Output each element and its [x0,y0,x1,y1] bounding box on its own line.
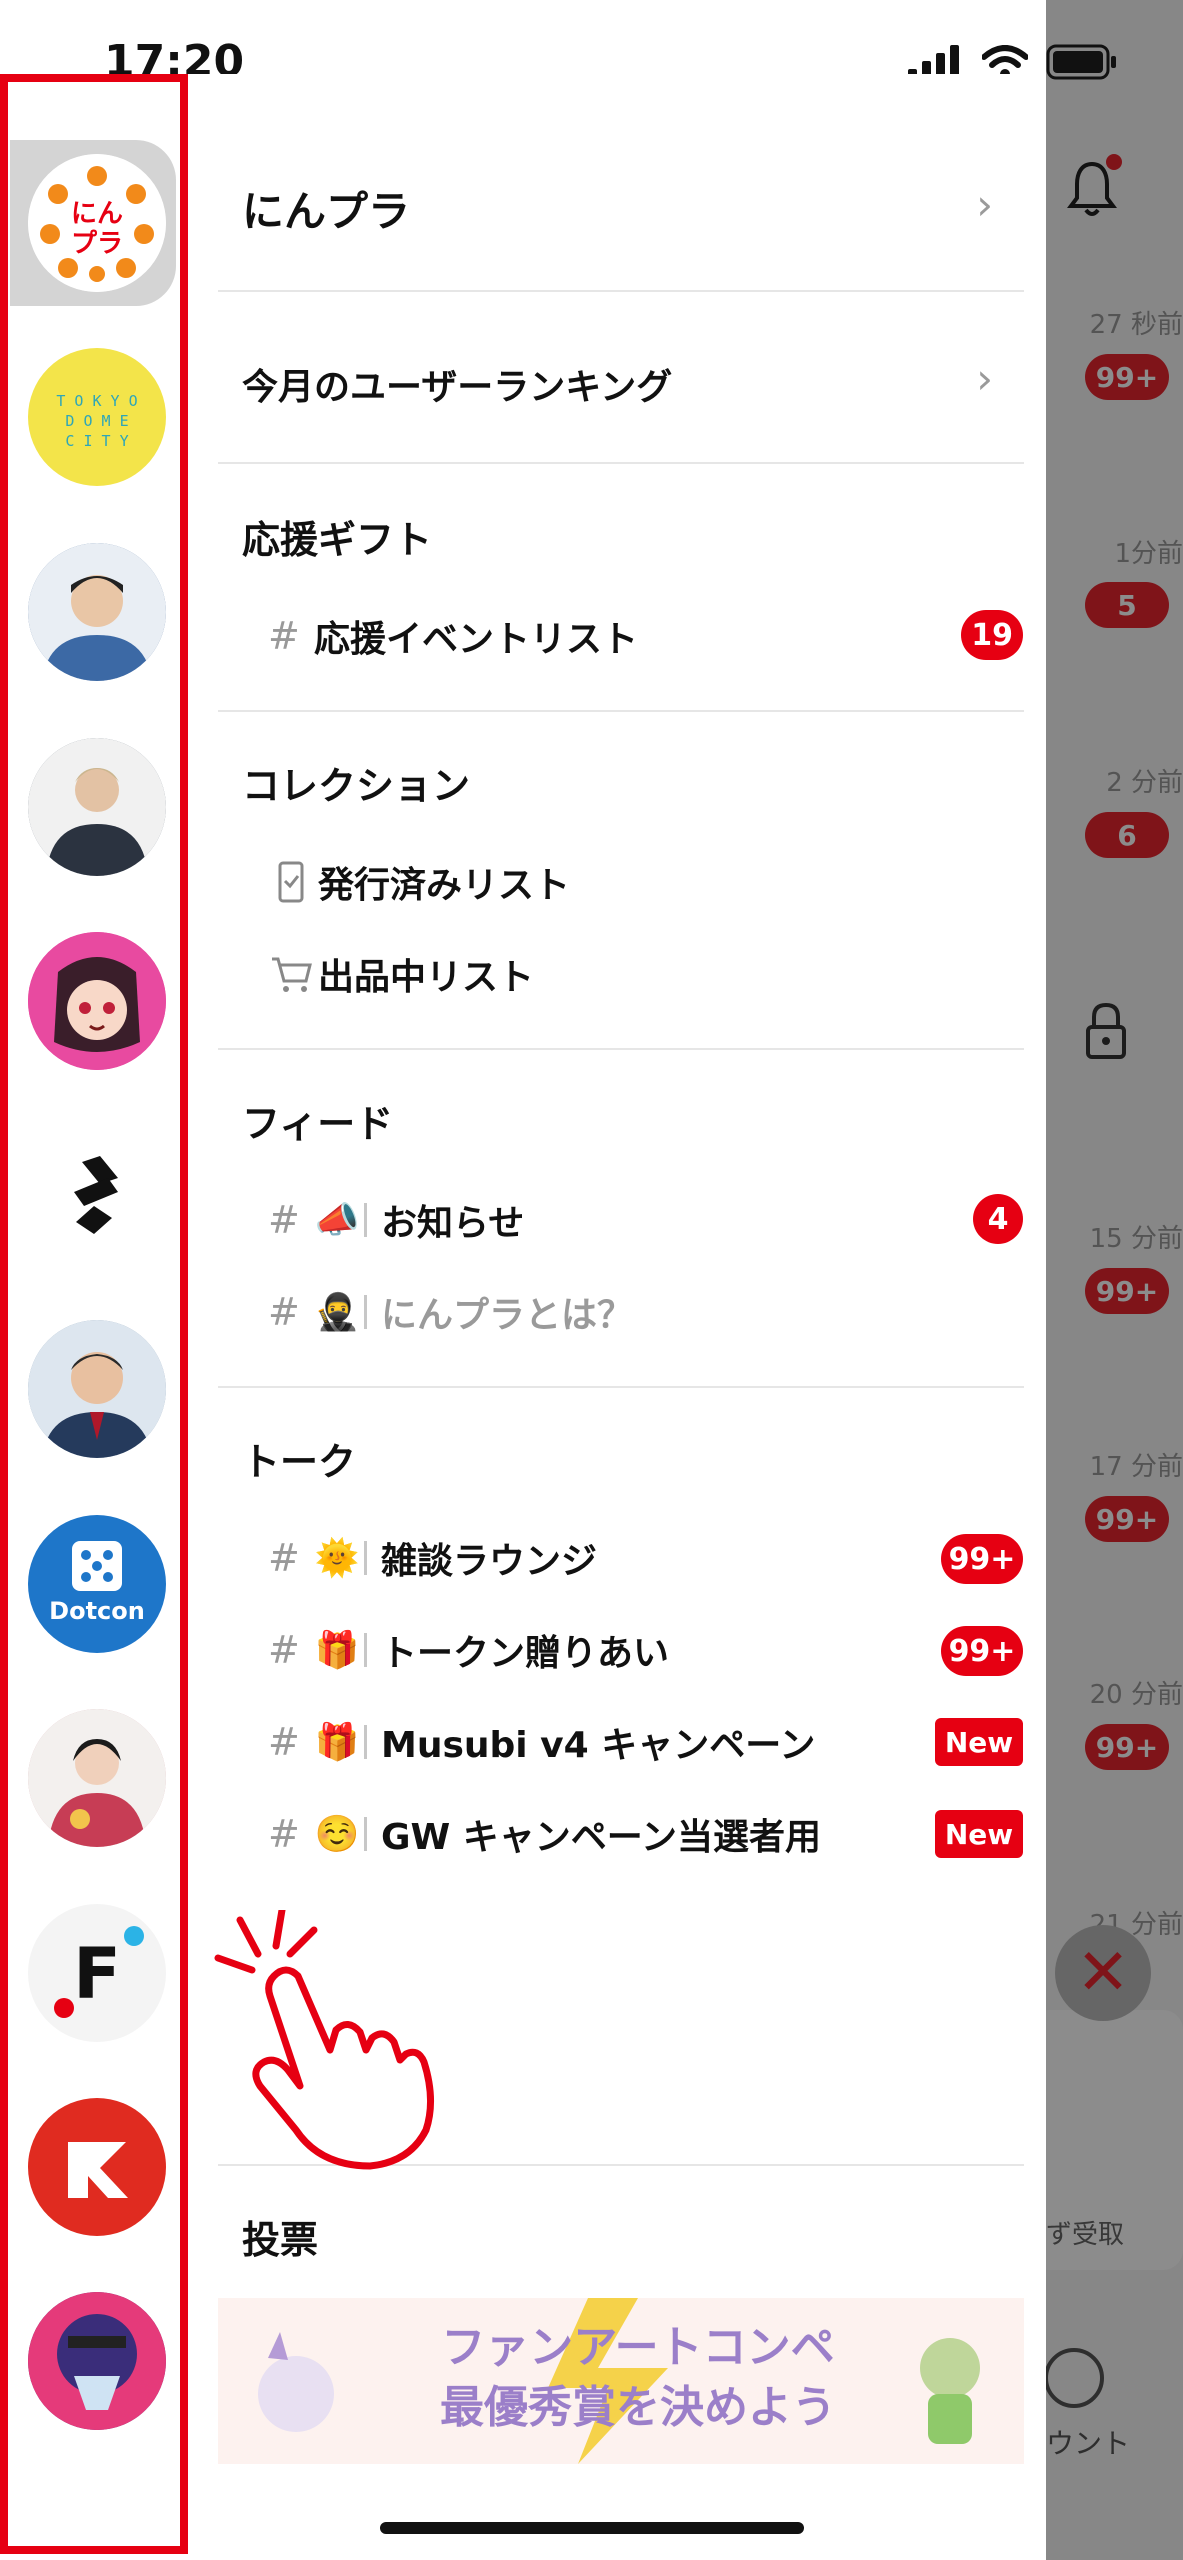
divider [218,710,1024,712]
channel-item[interactable]: # 応援イベントリスト [242,608,638,664]
section-title-talk: トーク [242,1439,357,1484]
section-heading: トーク [242,1430,356,1486]
channel-item[interactable]: # 📣 お知らせ [242,1192,524,1248]
channel-label: GW キャンペーン当選者用 [381,1817,821,1858]
section-title-collection: コレクション [242,763,471,808]
ninja-icon: 🥷 [314,1292,360,1333]
channel-item[interactable]: # 🎁 Musubi v4 キャンペーン [242,1714,815,1770]
separator [364,1295,367,1329]
server-title-row[interactable]: にんプラ [242,178,410,238]
banner-line-1: ファンアートコンペ [441,2322,835,2373]
list-label: 発行済みリスト [318,865,571,906]
separator [364,1725,367,1759]
home-indicator[interactable] [380,2522,804,2534]
hash-icon: # [268,1290,300,1334]
separator [364,1633,367,1667]
list-item[interactable]: 発行済みリスト [242,854,570,910]
hash-icon: # [268,1628,300,1672]
megaphone-icon: 📣 [314,1200,360,1241]
fanart-banner[interactable]: ファンアートコンペ 最優秀賞を決めよう [218,2298,1024,2464]
hash-icon: # [268,1536,300,1580]
pointing-hand-icon [214,1910,435,2170]
section-title-vote: 投票 [242,2217,319,2262]
banner-text: ファンアートコンペ 最優秀賞を決めよう [378,2318,898,2438]
channel-label: 雑談ラウンジ [381,1541,598,1582]
ranking-row[interactable]: 今月のユーザーランキング [242,356,672,412]
gift-icon: 🎁 [314,1722,360,1763]
ranking-label: 今月のユーザーランキング [242,367,673,408]
unread-badge: 19 [961,610,1023,660]
channel-label: 応援イベントリスト [314,619,639,660]
channel-item[interactable]: # ☺️ GW キャンペーン当選者用 [242,1806,821,1862]
section-title-feed: フィード [242,1101,394,1146]
chevron-right-icon: › [976,354,993,403]
section-heading: 応援ギフト [242,508,432,564]
divider [218,1048,1024,1050]
channel-label: トークン贈りあい [381,1633,670,1674]
channel-label: Musubi v4 キャンペーン [381,1725,816,1766]
section-title-gift: 応援ギフト [242,517,433,562]
channel-item[interactable]: # 🥷 にんプラとは？ [242,1284,633,1340]
server-title: にんプラ [242,186,411,236]
smile-icon: ☺️ [314,1814,360,1855]
unread-badge: 99+ [941,1534,1023,1584]
divider [218,290,1024,292]
section-heading: コレクション [242,754,470,810]
channel-label: お知らせ [381,1203,525,1244]
separator [364,1541,367,1575]
chevron-right-icon: › [976,180,993,229]
list-item[interactable]: 出品中リスト [242,946,534,1002]
banner-line-2: 最優秀賞を決めよう [440,2382,836,2433]
section-heading: フィード [242,1092,393,1148]
channel-item[interactable]: # 🌞 雑談ラウンジ [242,1530,597,1586]
section-heading: 投票 [242,2208,318,2264]
new-badge: New [935,1718,1023,1766]
gift-icon: 🎁 [314,1630,360,1671]
channel-label: にんプラとは？ [381,1295,634,1336]
unread-badge: 4 [973,1194,1023,1244]
sun-icon: 🌞 [314,1538,360,1579]
separator [364,1203,367,1237]
dim-overlay[interactable] [1046,0,1183,2560]
unread-badge: 99+ [941,1626,1023,1676]
list-label: 出品中リスト [318,957,535,998]
phone-check-icon [278,861,304,903]
hash-icon: # [268,1720,300,1764]
separator [364,1817,367,1851]
divider [218,1386,1024,1388]
cart-icon [272,957,312,992]
battery-icon [1046,44,1116,80]
hash-icon: # [268,1812,300,1856]
new-badge: New [935,1810,1023,1858]
channel-item[interactable]: # 🎁 トークン贈りあい [242,1622,669,1678]
highlight-frame [0,74,188,2554]
divider [218,462,1024,464]
hash-icon: # [268,614,300,658]
hash-icon: # [268,1198,300,1242]
